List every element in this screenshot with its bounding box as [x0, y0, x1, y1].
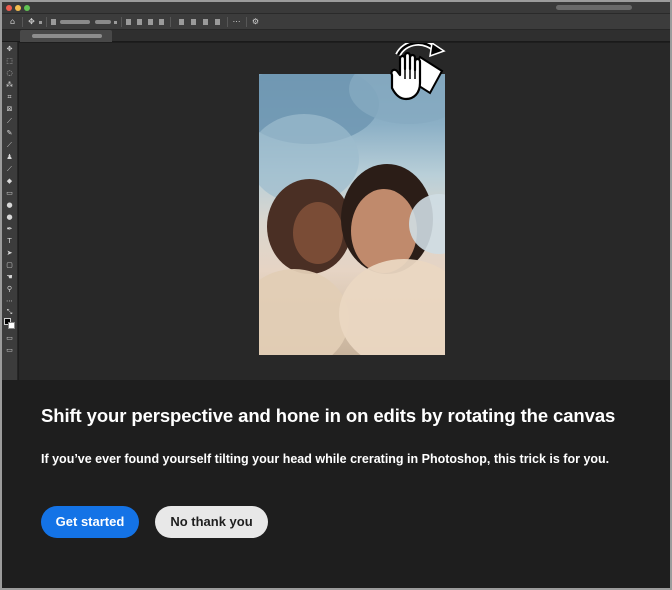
magic-wand-icon[interactable]: ⁂ — [4, 81, 15, 89]
layer-dropdown[interactable] — [95, 20, 111, 24]
marquee-tool-icon[interactable]: ⬚ — [4, 57, 15, 65]
document-tab-title — [32, 34, 102, 38]
healing-brush-icon[interactable]: ✎ — [4, 129, 15, 137]
align-right-icon[interactable] — [148, 19, 153, 25]
distribute-icon[interactable] — [203, 19, 208, 25]
onboarding-headline: Shift your perspective and hone in on ed… — [41, 405, 616, 426]
document-tab[interactable] — [20, 30, 112, 42]
portrait-photo — [259, 74, 445, 355]
chevron-down-icon[interactable] — [39, 21, 42, 24]
options-divider — [227, 17, 228, 27]
distribute-icon[interactable] — [215, 19, 220, 25]
align-center-icon[interactable] — [137, 19, 142, 25]
dodge-icon[interactable]: ● — [4, 213, 15, 221]
align-left-icon[interactable] — [126, 19, 131, 25]
no-thank-you-button[interactable]: No thank you — [155, 506, 268, 538]
onboarding-description: If you’ve ever found yourself tilting yo… — [41, 452, 610, 466]
swap-colors-icon[interactable]: ⤡ — [4, 308, 15, 316]
distribute-icon[interactable] — [179, 19, 184, 25]
pen-icon[interactable]: ✒ — [4, 225, 15, 233]
options-divider — [170, 17, 171, 27]
window-title-placeholder — [556, 5, 632, 10]
background-color-swatch[interactable] — [8, 322, 15, 329]
get-started-button[interactable]: Get started — [41, 506, 139, 538]
options-divider — [121, 17, 122, 27]
options-divider — [246, 17, 247, 27]
eyedropper-icon[interactable]: ⟋ — [4, 117, 15, 125]
clone-stamp-icon[interactable]: ♟ — [4, 153, 15, 161]
distribute-icon[interactable] — [191, 19, 196, 25]
options-divider — [22, 17, 23, 27]
auto-select-dropdown[interactable] — [60, 20, 90, 24]
close-window-button[interactable] — [6, 5, 12, 11]
type-icon[interactable]: T — [4, 237, 15, 245]
lasso-tool-icon[interactable]: ◌ — [4, 69, 15, 77]
options-bar: ⌂ ✥ ⋯ ⚙ — [2, 14, 670, 30]
photoshop-window: ⌂ ✥ ⋯ ⚙ ✥ ⬚ ◌ ⁂ ⌗ ⊠ ⟋ ✎ ⟋ ♟ ⟋ ◆ ▭ ● ● ✒ … — [0, 0, 672, 590]
title-bar — [2, 2, 670, 14]
crop-tool-icon[interactable]: ⌗ — [4, 93, 15, 101]
zoom-icon[interactable]: ⚲ — [4, 285, 15, 293]
blur-icon[interactable]: ● — [4, 201, 15, 209]
hand-icon[interactable]: ☚ — [4, 273, 15, 281]
frame-tool-icon[interactable]: ⊠ — [4, 105, 15, 113]
rotate-view-hand-icon — [390, 43, 446, 101]
brush-icon[interactable]: ⟋ — [4, 141, 15, 149]
path-selection-icon[interactable]: ➤ — [4, 249, 15, 257]
move-tool-icon[interactable]: ✥ — [27, 17, 36, 26]
document-tab-strip — [2, 30, 670, 42]
gradient-icon[interactable]: ▭ — [4, 189, 15, 197]
canvas-area[interactable] — [19, 43, 670, 381]
quick-mask-icon[interactable]: ▭ — [4, 334, 15, 342]
zoom-window-button[interactable] — [24, 5, 30, 11]
tools-panel: ✥ ⬚ ◌ ⁂ ⌗ ⊠ ⟋ ✎ ⟋ ♟ ⟋ ◆ ▭ ● ● ✒ T ➤ ▢ ☚ … — [2, 42, 18, 382]
home-icon[interactable]: ⌂ — [8, 17, 17, 26]
chevron-down-icon[interactable] — [114, 21, 117, 24]
ellipsis-icon[interactable]: ⋯ — [232, 17, 241, 26]
history-brush-icon[interactable]: ⟋ — [4, 165, 15, 173]
onboarding-panel: Shift your perspective and hone in on ed… — [2, 380, 670, 588]
eraser-icon[interactable]: ◆ — [4, 177, 15, 185]
align-top-icon[interactable] — [159, 19, 164, 25]
screen-mode-icon[interactable]: ▭ — [4, 346, 15, 354]
auto-select-checkbox[interactable] — [51, 19, 56, 25]
minimize-window-button[interactable] — [15, 5, 21, 11]
gear-icon[interactable]: ⚙ — [251, 17, 260, 26]
options-divider — [46, 17, 47, 27]
move-tool-icon[interactable]: ✥ — [4, 45, 15, 53]
more-tools-icon[interactable]: ⋯ — [4, 297, 15, 305]
shape-icon[interactable]: ▢ — [4, 261, 15, 269]
